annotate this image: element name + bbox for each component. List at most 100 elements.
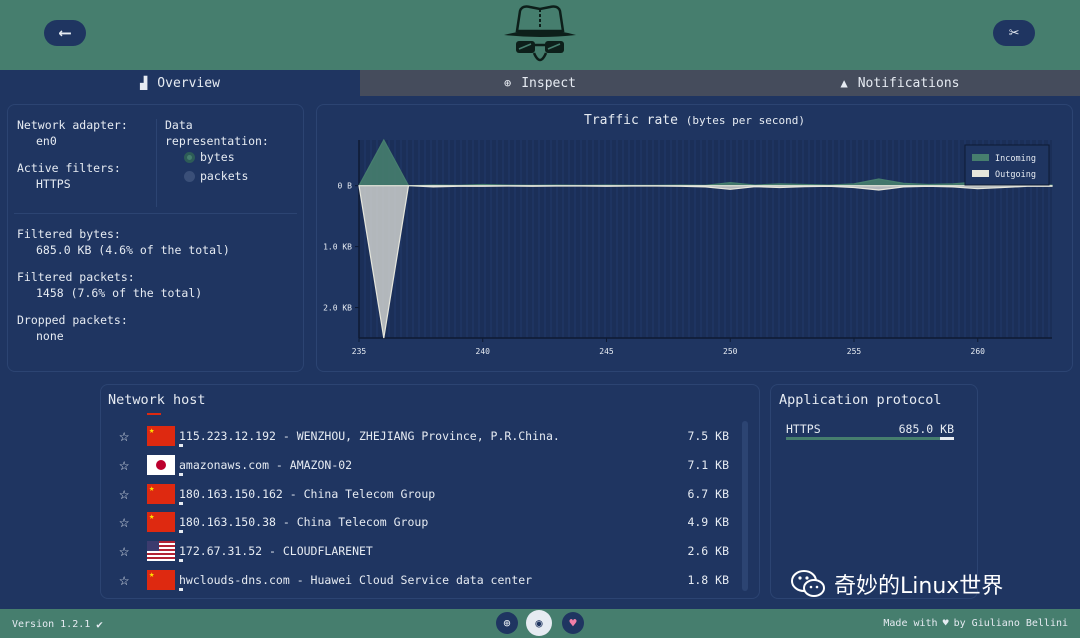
checkmark-icon: ✔ [96, 618, 103, 631]
host-size: 4.9 KB [687, 515, 729, 529]
tab-bar: ▟ Overview ⊕ Inspect ▲ Notifications [0, 70, 1080, 96]
y-tick-label: 1.0 KB [323, 243, 352, 252]
x-tick-label: 255 [847, 347, 862, 356]
wechat-icon [791, 570, 825, 597]
header-bar: ⟵ ✂ [0, 0, 1080, 70]
china-flag-icon [147, 511, 175, 532]
app-logo-icon [504, 5, 576, 62]
author-label: by Giuliano Bellini [953, 618, 1068, 629]
host-list-scrollbar[interactable] [742, 421, 748, 591]
dropped-packets-value: none [36, 329, 64, 343]
application-protocol-title: Application protocol [779, 392, 942, 408]
adapter-label: Network adapter: [17, 118, 128, 132]
watermark-text: 奇妙的Linux世界 [834, 574, 1004, 599]
usa-flag-icon [147, 541, 175, 561]
settings-tools-icon: ✂ [1008, 23, 1020, 43]
filtered-packets-label: Filtered packets: [17, 270, 135, 284]
host-size: 1.8 KB [687, 573, 729, 587]
protocol-name: HTTPS [786, 422, 821, 436]
bell-icon: ▲ [840, 76, 848, 90]
magnifier-icon: ⊕ [503, 76, 512, 90]
host-row[interactable]: ☆ hwclouds-dns.com - Huawei Cloud Servic… [119, 567, 749, 593]
star-icon[interactable]: ☆ [119, 456, 137, 474]
x-tick-label: 235 [352, 347, 367, 356]
radio-bytes[interactable]: bytes [165, 149, 303, 165]
legend-swatch [972, 170, 989, 177]
tab-notifications[interactable]: ▲ Notifications [720, 70, 1080, 96]
host-row[interactable]: ☆ 180.163.150.38 - China Telecom Group 4… [119, 509, 749, 535]
info-divider-vertical [156, 119, 157, 207]
globe-icon: ⊕ [503, 616, 511, 630]
heart-icon: ♥ [569, 616, 577, 630]
host-traffic-bar [179, 588, 183, 591]
filters-label: Active filters: [17, 161, 121, 175]
host-size: 7.5 KB [687, 429, 729, 443]
version-info: Version 1.2.1 ✔ [12, 618, 103, 631]
tab-notifications-label: Notifications [857, 75, 960, 91]
legend-label: Incoming [995, 154, 1036, 164]
dropped-packets-label: Dropped packets: [17, 313, 128, 327]
github-button[interactable]: ◉ [526, 610, 552, 636]
protocol-row[interactable]: HTTPS 685.0 KB [786, 422, 954, 436]
traffic-chart: 0 B 1.0 KB 2.0 KB 235 240 245 250 255 260 Incomin… [323, 138, 1053, 356]
y-tick-label: 0 B [338, 182, 353, 191]
star-icon[interactable]: ☆ [119, 571, 137, 589]
protocol-size: 685.0 KB [898, 422, 954, 436]
japan-flag-icon [147, 455, 175, 475]
filters-value: HTTPS [36, 177, 71, 191]
host-size: 7.1 KB [687, 458, 729, 472]
star-icon[interactable]: ☆ [119, 542, 137, 560]
settings-button[interactable]: ✂ [993, 20, 1035, 46]
host-name: hwclouds-dns.com - Huawei Cloud Service … [179, 573, 533, 587]
network-host-panel: Network host ☆ 115.223.12.192 - WENZHOU,… [100, 384, 760, 599]
host-row[interactable]: ☆ 180.163.150.162 - China Telecom Group … [119, 481, 749, 507]
star-icon[interactable]: ☆ [119, 485, 137, 503]
star-icon[interactable]: ☆ [119, 513, 137, 531]
radio-unselected-icon [184, 170, 195, 182]
y-tick-label: 2.0 KB [323, 304, 352, 313]
host-row[interactable]: ☆ amazonaws.com - AMAZON-02 7.1 KB [119, 452, 749, 478]
china-flag-icon [147, 569, 175, 590]
filtered-packets-value: 1458 (7.6% of the total) [36, 286, 203, 300]
radio-packets[interactable]: packets [165, 168, 303, 184]
x-tick-label: 250 [723, 347, 738, 356]
legend-label: Outgoing [995, 170, 1036, 180]
host-row[interactable]: ☆ 172.67.31.52 - CLOUDFLARENET 2.6 KB [119, 538, 749, 564]
version-label: Version 1.2.1 [12, 619, 91, 630]
x-tick-label: 260 [971, 347, 986, 356]
tab-inspect-label: Inspect [521, 75, 577, 91]
tab-overview-label: Overview [157, 75, 220, 91]
protocol-traffic-bar [786, 437, 954, 440]
host-name: 180.163.150.38 - China Telecom Group [179, 515, 429, 529]
protocol-outgoing-bar [940, 437, 954, 440]
host-traffic-bar [179, 444, 183, 447]
star-icon[interactable]: ☆ [119, 427, 137, 445]
made-with-label: Made with [883, 618, 938, 629]
website-button[interactable]: ⊕ [496, 612, 518, 634]
host-name: amazonaws.com - AMAZON-02 [179, 458, 353, 472]
host-traffic-bar [179, 502, 183, 505]
watermark: 奇妙的Linux世界 [790, 568, 1003, 600]
back-button[interactable]: ⟵ [44, 20, 86, 46]
tab-inspect[interactable]: ⊕ Inspect [360, 70, 720, 96]
network-host-title: Network host [108, 392, 206, 408]
radio-selected-icon [184, 151, 195, 163]
sponsor-button[interactable]: ♥ [562, 612, 584, 634]
filtered-bytes-label: Filtered bytes: [17, 227, 121, 241]
overview-info-panel: Network adapter: en0 Active filters: HTT… [7, 104, 304, 372]
github-icon: ◉ [535, 616, 543, 630]
host-name: 172.67.31.52 - CLOUDFLARENET [179, 544, 373, 558]
host-name: 115.223.12.192 - WENZHOU, ZHEJIANG Provi… [179, 429, 560, 443]
host-name: 180.163.150.162 - China Telecom Group [179, 487, 436, 501]
x-tick-label: 240 [476, 347, 491, 356]
china-flag-icon [147, 483, 175, 504]
filtered-bytes-value: 685.0 KB (4.6% of the total) [36, 243, 230, 257]
host-row[interactable]: ☆ 115.223.12.192 - WENZHOU, ZHEJIANG Pro… [119, 423, 749, 449]
legend-swatch [972, 154, 989, 161]
tab-overview[interactable]: ▟ Overview [0, 70, 360, 96]
host-traffic-bar [179, 473, 183, 476]
china-flag-icon [147, 425, 175, 446]
clipped-flag-fragment [147, 413, 161, 415]
chart-icon: ▟ [140, 76, 148, 90]
application-protocol-panel: Application protocol HTTPS 685.0 KB [770, 384, 978, 599]
